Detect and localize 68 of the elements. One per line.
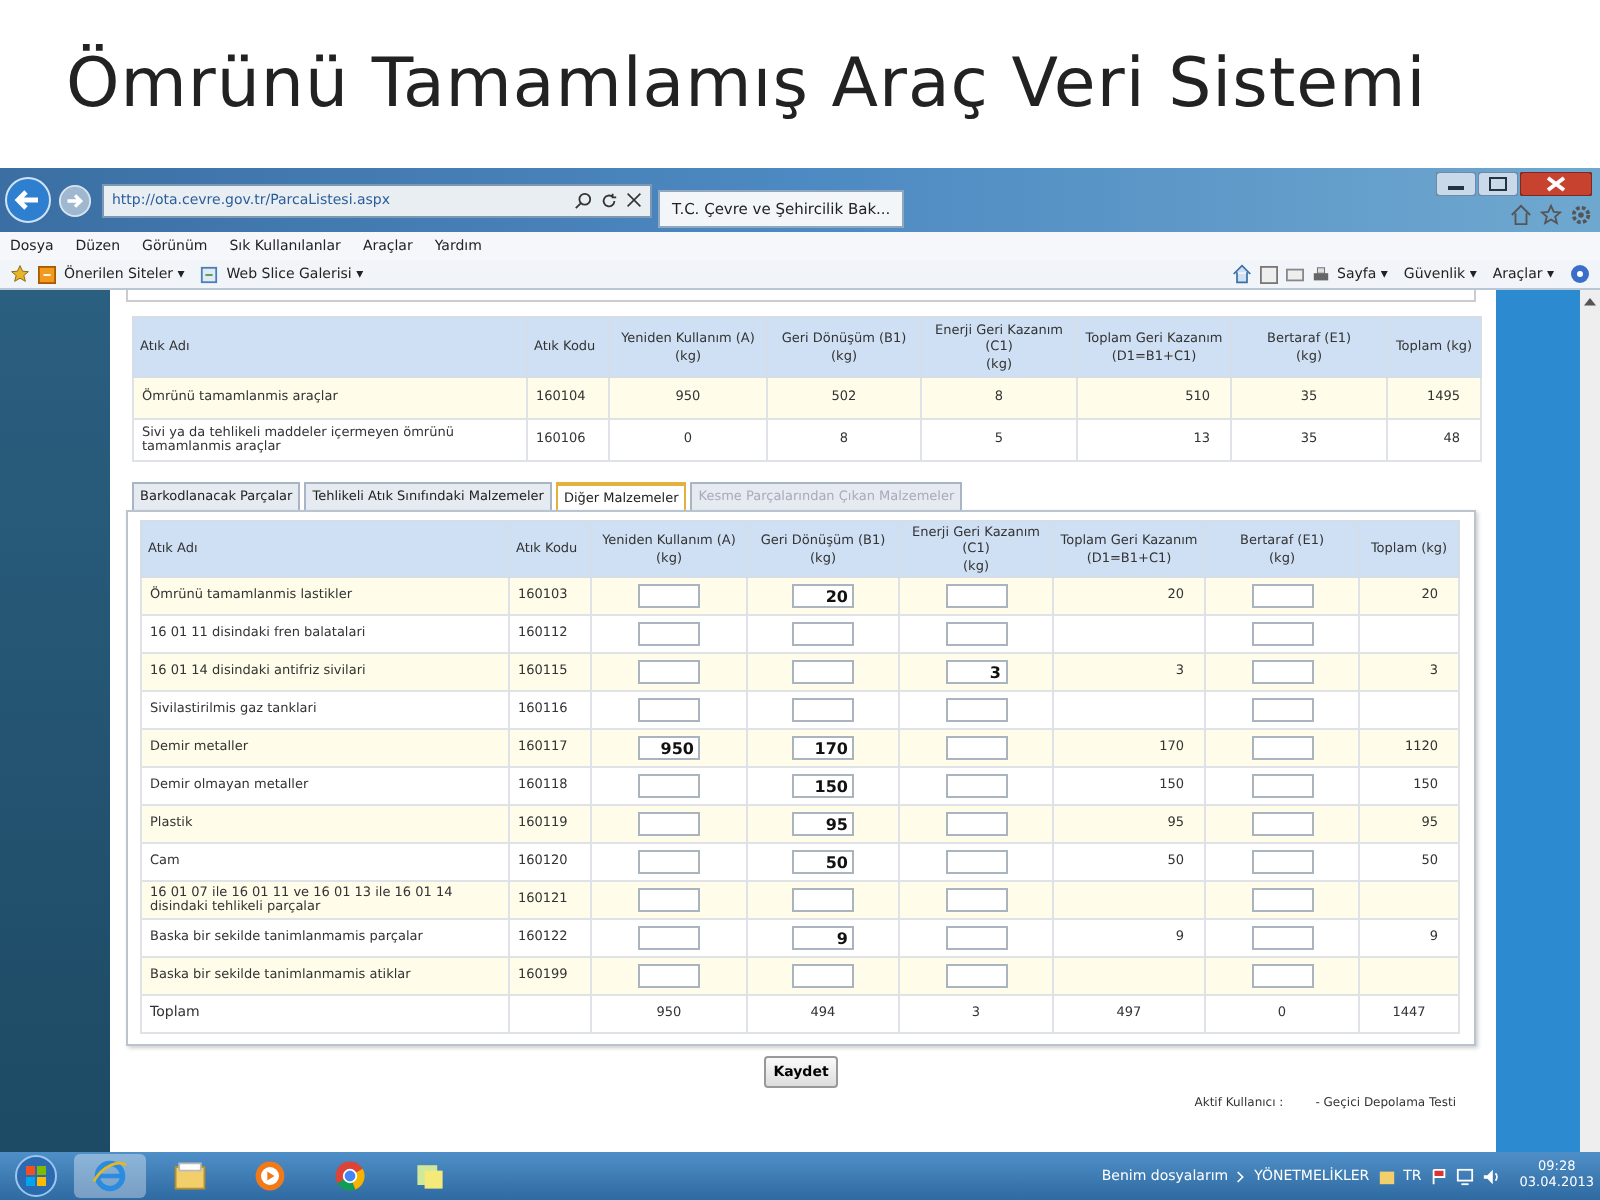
close-icon[interactable]	[1520, 172, 1592, 196]
browser-icon[interactable]	[92, 1158, 128, 1194]
settings-icon[interactable]	[1570, 204, 1592, 226]
amount-field[interactable]	[792, 698, 854, 722]
print-icon[interactable]	[1311, 265, 1330, 283]
amount-field[interactable]: 150	[792, 774, 854, 798]
amount-field[interactable]	[945, 774, 1007, 798]
amount-field[interactable]	[638, 888, 700, 912]
amount-field[interactable]	[945, 698, 1007, 722]
play-icon[interactable]	[252, 1158, 288, 1194]
amount-field[interactable]	[1251, 660, 1313, 684]
forward-icon[interactable]	[58, 183, 92, 217]
amount-field[interactable]	[945, 964, 1007, 988]
amount-field[interactable]: 950	[638, 736, 700, 760]
amount-field[interactable]	[1251, 622, 1313, 646]
amount-field[interactable]	[638, 584, 700, 608]
amount-field[interactable]: 170	[792, 736, 854, 760]
amount-field[interactable]	[1251, 736, 1313, 760]
star-icon[interactable]	[1540, 204, 1562, 226]
amount-field[interactable]	[638, 660, 700, 684]
back-icon[interactable]	[4, 176, 52, 224]
close-icon[interactable]	[626, 192, 642, 208]
amount-field[interactable]	[945, 926, 1007, 950]
chevron-icon[interactable]	[1236, 1169, 1247, 1183]
refresh-icon[interactable]	[600, 191, 618, 209]
flag-icon[interactable]	[1429, 1167, 1448, 1185]
amount-field[interactable]	[945, 736, 1007, 760]
amount-field[interactable]	[638, 774, 700, 798]
amount-field[interactable]	[945, 888, 1007, 912]
amount-field[interactable]	[638, 926, 700, 950]
help-icon[interactable]	[1570, 264, 1590, 284]
amount-field[interactable]	[792, 622, 854, 646]
favorites-icon[interactable]	[10, 264, 30, 284]
amount-field[interactable]	[792, 964, 854, 988]
amount-field[interactable]	[792, 660, 854, 684]
amount-field[interactable]: 9	[792, 926, 854, 950]
amount-field[interactable]	[638, 850, 700, 874]
amount-field[interactable]	[1251, 812, 1313, 836]
sites-icon[interactable]	[38, 265, 56, 283]
amount-field[interactable]	[1251, 888, 1313, 912]
maximize-icon[interactable]	[1478, 172, 1518, 196]
amount-field[interactable]	[945, 584, 1007, 608]
amount-field[interactable]	[1251, 964, 1313, 988]
amount-field[interactable]: 95	[792, 812, 854, 836]
scroll-up-icon[interactable]	[1584, 296, 1596, 306]
amount-field[interactable]	[1251, 774, 1313, 798]
home-icon[interactable]	[1510, 204, 1532, 226]
amount-field[interactable]: 3	[945, 660, 1007, 684]
amount-field[interactable]	[638, 964, 700, 988]
amount-field[interactable]	[638, 812, 700, 836]
amount-field[interactable]	[1251, 698, 1313, 722]
speaker-icon[interactable]	[1481, 1167, 1500, 1185]
amount-field[interactable]	[1251, 850, 1313, 874]
web-slice-icon[interactable]	[200, 265, 219, 283]
home-icon[interactable]	[1231, 264, 1252, 284]
amount-field[interactable]	[945, 622, 1007, 646]
amount-field[interactable]	[638, 698, 700, 722]
slide-title: Ömrünü Tamamlamış Araç Veri Sistemi	[66, 44, 1427, 124]
amount-field[interactable]	[792, 888, 854, 912]
amount-field[interactable]: 20	[792, 584, 854, 608]
amount-field[interactable]	[1251, 584, 1313, 608]
amount-field[interactable]: 50	[792, 850, 854, 874]
amount-field[interactable]	[945, 850, 1007, 874]
amount-field[interactable]	[638, 622, 700, 646]
minimize-icon[interactable]	[1436, 172, 1476, 196]
amount-field[interactable]	[945, 812, 1007, 836]
search-icon[interactable]	[574, 191, 592, 209]
amount-field[interactable]	[1251, 926, 1313, 950]
